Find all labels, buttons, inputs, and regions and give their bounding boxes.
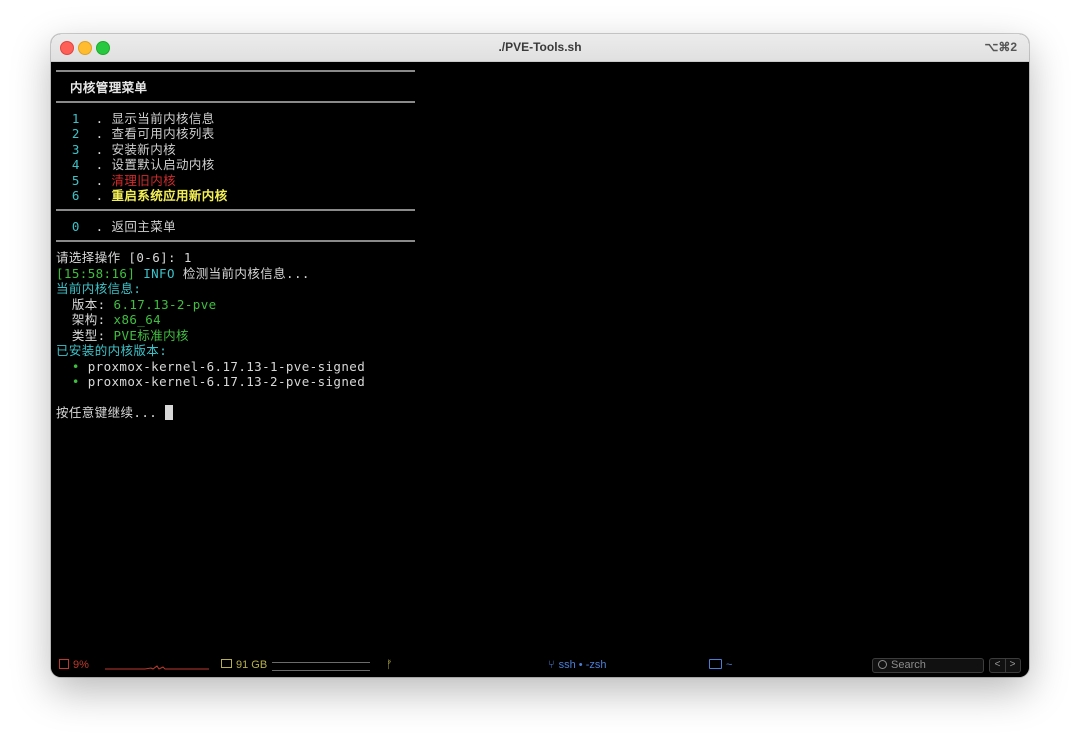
menu-item-6: 6 . 重启系统应用新内核 bbox=[71, 188, 228, 203]
network-icon: ᚠ bbox=[386, 659, 393, 671]
menu-item-4: 4 . 设置默认启动内核 bbox=[71, 157, 215, 172]
text-cursor bbox=[165, 405, 174, 420]
menu-item-5: 5 . 清理旧内核 bbox=[71, 173, 177, 188]
search-field[interactable]: Search bbox=[872, 658, 984, 673]
kernel-arch-line: 架构: x86_64 bbox=[56, 312, 162, 327]
memory-indicator: 91 GB bbox=[221, 653, 267, 677]
cpu-icon bbox=[59, 659, 69, 669]
menu-rule-top bbox=[56, 70, 415, 72]
memory-icon bbox=[221, 659, 232, 668]
installed-kernels-header: 已安装的内核版本: bbox=[56, 343, 168, 358]
menu-header: 内核管理菜单 bbox=[70, 80, 148, 95]
cpu-indicator: 9% bbox=[59, 653, 89, 677]
memory-bar bbox=[272, 662, 370, 671]
installed-kernel-item: • proxmox-kernel-6.17.13-2-pve-signed bbox=[71, 374, 366, 389]
menu-item-2: 2 . 查看可用内核列表 bbox=[71, 126, 215, 141]
tab-shortcut: ⌥⌘2 bbox=[984, 40, 1017, 54]
status-bar: 9% 91 GB ᚠ ⑂ ssh • -zsh ~ Search < > bbox=[51, 653, 1029, 677]
prompt-line: 请选择操作 [0-6]: 1 bbox=[56, 250, 192, 265]
next-match-button[interactable]: > bbox=[1005, 659, 1020, 672]
menu-rule-header bbox=[56, 101, 415, 103]
search-icon bbox=[878, 660, 887, 669]
previous-match-button[interactable]: < bbox=[990, 659, 1006, 672]
folder-icon bbox=[709, 659, 722, 669]
kernel-version-line: 版本: 6.17.13-2-pve bbox=[56, 297, 217, 312]
branch-icon: ⑂ bbox=[548, 659, 555, 671]
menu-item-1: 1 . 显示当前内核信息 bbox=[71, 111, 215, 126]
kernel-type-line: 类型: PVE标准内核 bbox=[56, 328, 189, 343]
menu-rule-items bbox=[56, 209, 415, 211]
terminal-content[interactable]: 内核管理菜单 1 . 显示当前内核信息 2 . 查看可用内核列表 3 . 安装新… bbox=[51, 62, 1029, 649]
title-bar: ./PVE-Tools.sh ⌥⌘2 bbox=[51, 34, 1029, 62]
window-title: ./PVE-Tools.sh bbox=[498, 40, 582, 54]
cpu-sparkline bbox=[105, 665, 209, 670]
folder-indicator[interactable]: ~ bbox=[709, 653, 732, 677]
session-indicator[interactable]: ⑂ ssh • -zsh bbox=[548, 653, 606, 677]
current-kernel-header: 当前内核信息: bbox=[56, 281, 142, 296]
menu-item-3: 3 . 安装新内核 bbox=[71, 142, 177, 157]
log-line: [15:58:16] INFO 检测当前内核信息... bbox=[56, 266, 310, 281]
menu-item-back: 0 . 返回主菜单 bbox=[71, 219, 177, 234]
search-nav: < > bbox=[989, 658, 1021, 673]
installed-kernel-item: • proxmox-kernel-6.17.13-1-pve-signed bbox=[71, 359, 366, 374]
menu-rule-bottom bbox=[56, 240, 415, 242]
terminal-window: ./PVE-Tools.sh ⌥⌘2 内核管理菜单 1 . 显示当前内核信息 2… bbox=[51, 34, 1029, 677]
continue-prompt: 按任意键继续... bbox=[56, 405, 174, 421]
